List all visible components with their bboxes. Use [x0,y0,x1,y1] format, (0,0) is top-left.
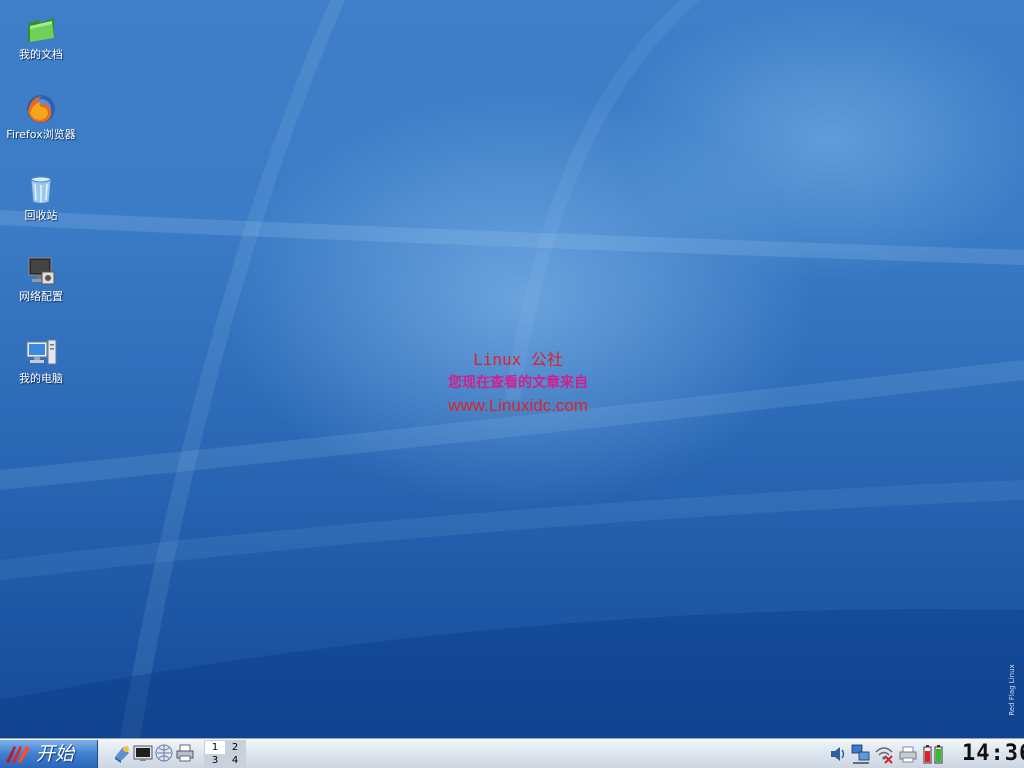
pager-desktop-1[interactable]: 1 [205,741,225,754]
wireless-disconnected-icon[interactable] [874,743,894,765]
desktop-icon-label: 我的文档 [19,48,63,61]
terminal-icon[interactable] [133,743,153,763]
file-manager-icon[interactable] [112,743,132,763]
trash-icon [30,176,52,204]
watermark-text: Linux 公社 您现在查看的文章来自 www.Linuxidc.com [400,348,636,418]
desktop-icon-my-computer[interactable]: 我的电脑 [3,336,79,385]
folder-icon [28,18,54,42]
desktop-pager: 1 2 3 4 [204,740,246,768]
desktop-icon-label: 我的电脑 [19,372,63,385]
brand-vertical-text: Red Flag Linux [1008,664,1016,716]
desktop[interactable]: 我的文档 Firefox浏览器 回收站 网络配置 我的电脑 Linux 公社 您… [0,0,1024,738]
watermark-line-3: www.Linuxidc.com [448,396,588,415]
watermark-line-2: 您现在查看的文章来自 [448,375,588,391]
desktop-icon-my-documents[interactable]: 我的文档 [3,12,79,61]
volume-icon[interactable] [828,743,848,765]
watermark-line-1: Linux 公社 [473,350,563,369]
computer-icon [26,339,57,365]
pager-desktop-3[interactable]: 3 [205,754,225,767]
desktop-icon-label: Firefox浏览器 [6,128,76,141]
start-label: 开始 [36,743,75,765]
battery-icon[interactable] [922,743,946,765]
desktop-icon-label: 网络配置 [19,290,63,303]
firefox-icon [27,95,55,123]
network-icon[interactable] [154,743,174,763]
red-flag-logo-icon [6,746,30,763]
desktop-icon-network-config[interactable]: 网络配置 [3,254,79,303]
pager-desktop-2[interactable]: 2 [225,741,245,754]
printer-icon[interactable] [175,743,195,763]
pager-desktop-4[interactable]: 4 [225,754,245,767]
network-status-icon[interactable] [851,743,871,765]
desktop-icon-firefox[interactable]: Firefox浏览器 [3,92,79,141]
desktop-icon-label: 回收站 [24,209,58,222]
taskbar-clock[interactable]: 14:36 [962,740,1024,768]
brand-vertical-label: Red Flag Linux [1006,664,1018,720]
network-config-icon [28,257,55,285]
start-button[interactable]: 开始 [0,740,98,768]
taskbar: 开始 1 2 3 4 14:3 [0,738,1024,768]
printer-tray-icon[interactable] [898,743,918,765]
desktop-icon-trash[interactable]: 回收站 [3,173,79,222]
